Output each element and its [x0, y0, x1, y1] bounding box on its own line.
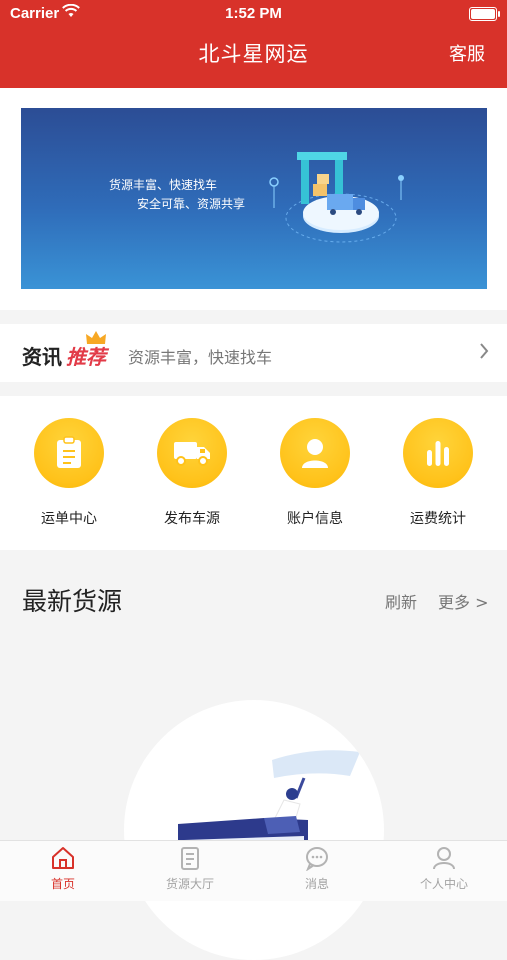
clock: 1:52 PM [225, 5, 282, 22]
page-title: 北斗星网运 [198, 42, 309, 66]
banner-section: 货源丰富、快速找车 安全可靠、资源共享 [0, 88, 507, 310]
banner-image[interactable]: 货源丰富、快速找车 安全可靠、资源共享 [21, 108, 487, 289]
feature-publish-vehicle[interactable]: 发布车源 [142, 418, 242, 528]
bar-chart-icon [403, 418, 473, 488]
battery-icon [469, 7, 500, 21]
feature-waybill-center[interactable]: 运单中心 [19, 418, 119, 528]
tab-label: 首页 [50, 877, 75, 891]
empty-state-illustration [124, 700, 384, 960]
feature-account-info[interactable]: 账户信息 [265, 418, 365, 528]
tab-label: 消息 [304, 877, 329, 891]
banner-line-2: 安全可靠、资源共享 [137, 197, 246, 211]
user-icon [280, 418, 350, 488]
news-headline: 资源丰富，快速找车 [128, 348, 273, 367]
tab-label: 货源大厅 [165, 877, 214, 891]
news-tag-primary: 资讯 [22, 345, 62, 369]
tab-bar: 首页 货源大厅 消息 个人中心 [0, 840, 507, 901]
status-bar: Carrier 1:52 PM [0, 0, 507, 28]
home-icon [52, 847, 74, 869]
feature-label: 运费统计 [410, 511, 466, 527]
tab-cargo-hall[interactable]: 货源大厅 [127, 845, 253, 892]
section-title: 最新货源 [22, 587, 123, 616]
message-icon [305, 847, 328, 872]
clipboard-icon [34, 418, 104, 488]
customer-service-button[interactable]: 客服 [449, 40, 485, 66]
more-button[interactable]: 更多 > [438, 589, 489, 613]
refresh-button[interactable]: 刷新 [385, 589, 417, 613]
tab-messages[interactable]: 消息 [254, 845, 380, 892]
chevron-right-icon[interactable] [479, 342, 489, 360]
feature-freight-stats[interactable]: 运费统计 [388, 418, 488, 528]
logistics-illustration [269, 152, 404, 243]
feature-label: 账户信息 [287, 511, 343, 527]
tab-label: 个人中心 [419, 877, 468, 891]
person-icon [433, 847, 455, 870]
feature-label: 运单中心 [41, 511, 97, 527]
tab-home[interactable]: 首页 [0, 845, 126, 892]
news-recommend-bar[interactable]: 资讯 推荐 资源丰富，快速找车 [0, 324, 507, 382]
document-icon [181, 847, 199, 870]
feature-grid: 运单中心 发布车源 账户信息 运费统计 [0, 396, 507, 550]
crown-icon [86, 331, 106, 344]
feature-label: 发布车源 [164, 511, 220, 527]
top-bar: Carrier 1:52 PM 北斗星网运 客服 [0, 0, 507, 88]
truck-icon [157, 418, 227, 488]
banner-line-1: 货源丰富、快速找车 [109, 178, 218, 192]
tab-profile[interactable]: 个人中心 [381, 845, 507, 892]
